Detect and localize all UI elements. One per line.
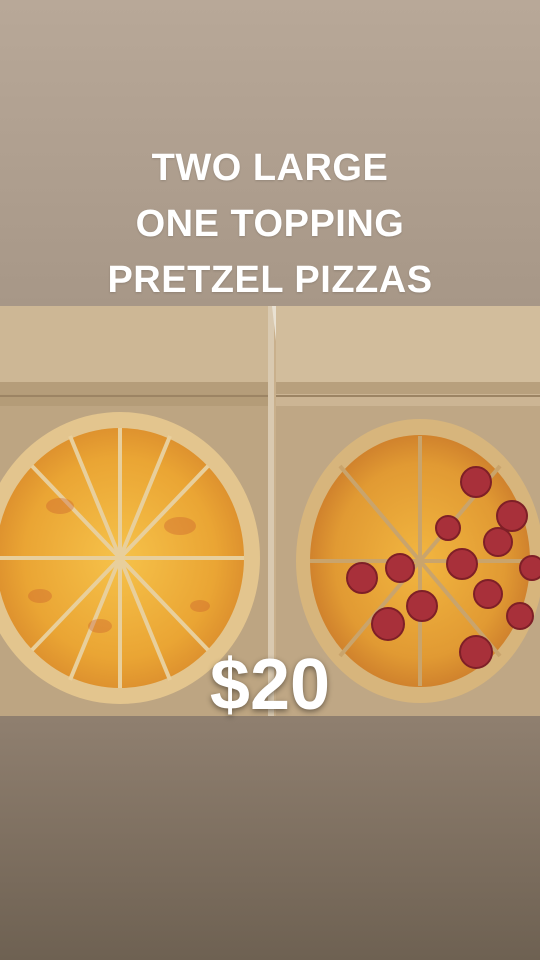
headline-line-1: TWO LARGE — [151, 147, 389, 189]
bottom-background — [0, 716, 540, 960]
headline-line-3: PRETZEL PIZZAS — [107, 259, 433, 301]
headline-line-2: ONE TOPPING — [135, 203, 405, 245]
headline: TWO LARGE ONE TOPPING PRETZEL PIZZAS — [0, 140, 540, 308]
